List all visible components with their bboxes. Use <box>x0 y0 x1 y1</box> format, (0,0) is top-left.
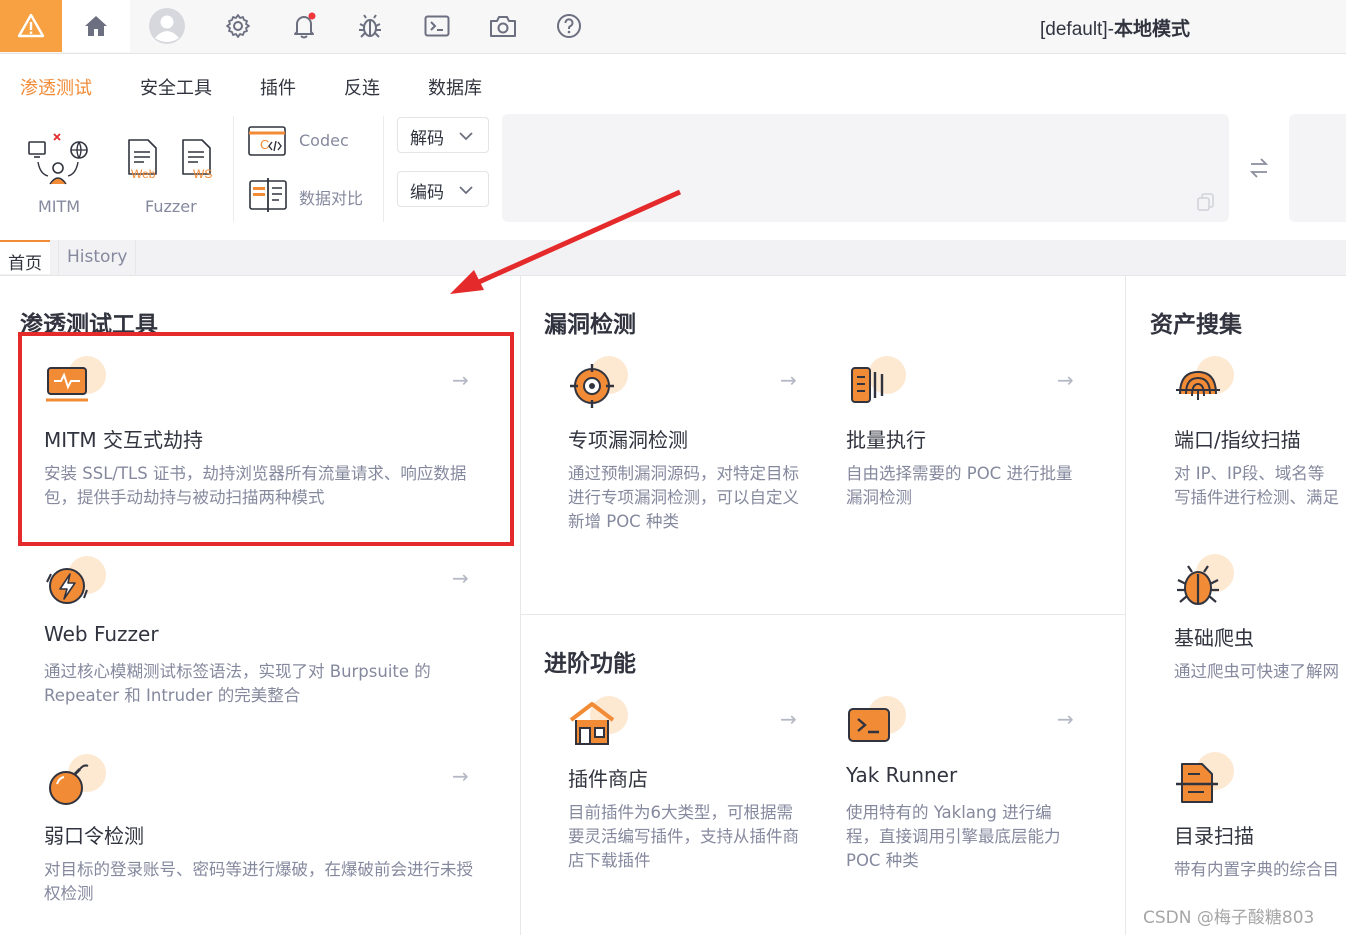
chevron-down-icon <box>458 127 474 147</box>
svg-text:C: C <box>260 137 269 152</box>
fuzzer-tool-label[interactable]: Fuzzer <box>145 197 197 216</box>
card-title[interactable]: 专项漏洞检测 <box>568 424 688 453</box>
card-description: 写插件进行检测、满足 <box>1174 488 1339 507</box>
help-icon[interactable] <box>551 8 587 44</box>
fuzzer-bolt-icon <box>44 556 114 612</box>
card-description: 带有内置字典的综合目 <box>1174 860 1339 879</box>
menu-item-pentest[interactable]: 渗透测试 <box>20 74 92 100</box>
mitm-tool-icon[interactable] <box>26 128 90 188</box>
arrow-right-icon[interactable]: → <box>452 764 469 788</box>
copy-icon[interactable] <box>1196 192 1216 216</box>
warning-icon[interactable] <box>0 0 62 52</box>
section-title-asset: 资产搜集 <box>1150 312 1242 338</box>
card-title[interactable]: Yak Runner <box>846 763 957 787</box>
arrow-right-icon[interactable]: → <box>452 566 469 590</box>
menu-item-security-tools[interactable]: 安全工具 <box>140 74 212 100</box>
section-title-advanced: 进阶功能 <box>544 651 636 677</box>
card-title[interactable]: 插件商店 <box>568 763 648 792</box>
card-description: 通过核心模糊测试标签语法，实现了对 Burpsuite 的 Repeater 和… <box>44 662 431 705</box>
card-title[interactable]: 端口/指纹扫描 <box>1174 424 1301 453</box>
codec-label[interactable]: Codec <box>299 131 349 150</box>
card-description: 自由选择需要的 POC 进行批量漏洞检测 <box>846 464 1073 507</box>
column-divider <box>1125 276 1126 935</box>
card-description: 对目标的登录账号、密码等进行爆破，在爆破前会进行未授权检测 <box>44 860 473 903</box>
tab-home[interactable]: 首页 <box>0 240 50 274</box>
card-title[interactable]: 基础爬虫 <box>1174 622 1254 651</box>
card-description: 对 IP、IP段、域名等 <box>1174 464 1325 483</box>
arrow-right-icon[interactable]: → <box>1057 707 1074 731</box>
mitm-tool-label[interactable]: MITM <box>38 197 80 216</box>
toolbar-divider <box>383 116 384 222</box>
arrow-right-icon[interactable]: → <box>780 368 797 392</box>
decode-select[interactable]: 解码 <box>397 117 489 153</box>
camera-icon[interactable] <box>485 8 521 44</box>
crosshair-icon <box>568 356 638 412</box>
card-title[interactable]: Web Fuzzer <box>44 622 159 646</box>
card-title[interactable]: 弱口令检测 <box>44 820 144 849</box>
decode-select-value: 解码 <box>410 129 444 149</box>
ws-badge: WS <box>193 167 212 181</box>
menu-item-database[interactable]: 数据库 <box>428 74 482 100</box>
card-title[interactable]: 目录扫描 <box>1174 820 1254 849</box>
menu-item-reverse[interactable]: 反连 <box>344 74 380 100</box>
arrow-right-icon[interactable]: → <box>780 707 797 731</box>
data-compare-label[interactable]: 数据对比 <box>299 185 363 209</box>
highlight-box <box>18 332 514 546</box>
avatar[interactable] <box>149 8 185 44</box>
fingerprint-icon <box>1174 356 1244 412</box>
terminal-icon[interactable] <box>419 8 455 44</box>
codec-icon[interactable]: C <box>248 125 288 159</box>
arrow-right-icon[interactable]: → <box>1057 368 1074 392</box>
data-compare-icon[interactable] <box>248 178 290 212</box>
swap-icon[interactable] <box>1248 156 1270 184</box>
row-divider <box>521 614 1125 615</box>
file-scan-icon <box>1174 752 1244 808</box>
column-divider <box>520 276 521 935</box>
store-house-icon <box>568 696 638 752</box>
card-description: 通过预制漏洞源码，对特定目标进行专项漏洞检测，可以自定义新增 POC 种类 <box>568 464 799 531</box>
mode-title: [default]-本地模式 <box>1040 19 1190 40</box>
card-title[interactable]: 批量执行 <box>846 424 926 453</box>
home-icon[interactable] <box>62 0 130 52</box>
bug-icon[interactable] <box>352 8 388 44</box>
terminal-card-icon <box>846 696 916 752</box>
main-menu: 渗透测试 安全工具 插件 反连 数据库 <box>0 54 1346 114</box>
menu-item-plugins[interactable]: 插件 <box>260 74 296 100</box>
bell-icon[interactable] <box>286 8 322 44</box>
web-badge: Web <box>131 167 156 181</box>
card-description: 使用特有的 Yaklang 进行编程，直接调用引擎最底层能力 POC 种类 <box>846 803 1061 870</box>
gear-icon[interactable] <box>220 8 256 44</box>
ws-fuzzer-icon[interactable]: WS <box>180 138 216 182</box>
watermark: CSDN @梅子酸糖803 <box>1143 908 1315 928</box>
card-description: 通过爬虫可快速了解网 <box>1174 662 1339 681</box>
encode-select-value: 编码 <box>410 183 444 203</box>
tab-history[interactable]: History <box>58 240 137 274</box>
card-description: 目前插件为6大类型，可根据需要灵活编写插件，支持从插件商店下载插件 <box>568 803 799 870</box>
codec-output-area[interactable] <box>1289 114 1346 222</box>
section-title-vuln: 漏洞检测 <box>544 312 636 338</box>
bug-card-icon <box>1174 554 1244 610</box>
bomb-icon <box>44 754 114 810</box>
toolbar-divider <box>233 116 234 222</box>
annotation-arrow <box>450 189 682 294</box>
batch-docs-icon <box>846 356 916 412</box>
top-bar: [default]-本地模式 <box>0 0 1346 54</box>
web-fuzzer-icon[interactable]: Web <box>126 138 162 182</box>
